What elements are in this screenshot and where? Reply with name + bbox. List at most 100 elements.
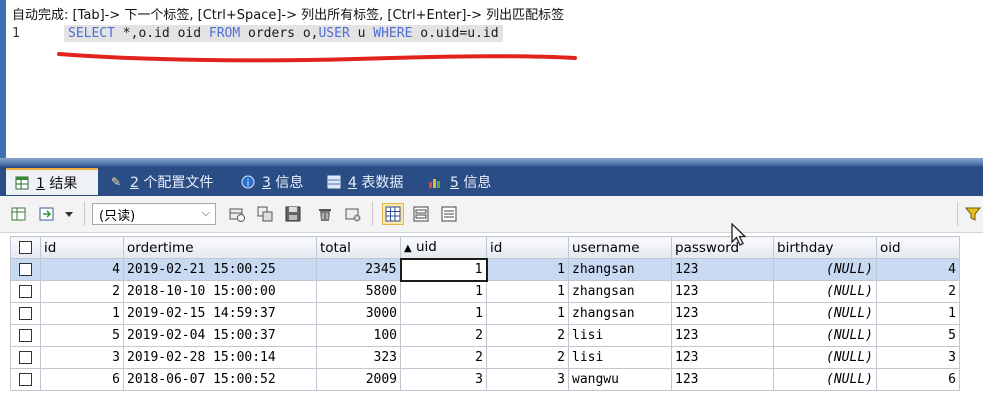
table-cell[interactable]: 1: [486, 258, 569, 281]
filter-icon[interactable]: [964, 205, 982, 223]
column-header-sorted[interactable]: ▲ uid: [400, 236, 487, 259]
table-cell[interactable]: 4: [40, 258, 124, 281]
table-cell[interactable]: 123: [671, 346, 774, 369]
tab-info-2[interactable]: 5 信息: [420, 168, 504, 195]
form-view-icon[interactable]: [410, 203, 432, 225]
table-row[interactable]: 3 2019-02-28 15:00:14 323 2 2 lisi 123 (NULL) 3: [10, 346, 960, 369]
text-view-icon[interactable]: [438, 203, 460, 225]
select-all-checkbox[interactable]: [10, 236, 41, 259]
table-cell[interactable]: zhangsan: [568, 302, 672, 325]
tab-profiles[interactable]: ✎ 2 个配置文件: [100, 168, 228, 195]
cancel-changes-icon[interactable]: [344, 205, 362, 223]
table-cell[interactable]: 1: [486, 302, 569, 325]
table-row[interactable]: 6 2018-06-07 15:00:52 2009 3 3 wangwu 123 (NULL…: [10, 368, 960, 391]
table-cell[interactable]: (NULL): [773, 302, 877, 325]
column-header[interactable]: id: [486, 236, 569, 259]
table-cell[interactable]: (NULL): [773, 258, 877, 281]
chevron-down-icon: ⌵: [201, 206, 210, 219]
tab-results[interactable]: 1 结果: [6, 168, 98, 195]
duplicate-row-icon[interactable]: [256, 205, 274, 223]
tab-info[interactable]: i 3 信息: [232, 168, 314, 195]
table-cell[interactable]: 123: [671, 302, 774, 325]
table-cell[interactable]: 100: [316, 324, 401, 347]
table-cell[interactable]: (NULL): [773, 324, 877, 347]
table-cell[interactable]: 5: [876, 324, 960, 347]
column-header[interactable]: oid: [876, 236, 960, 259]
column-header[interactable]: birthday: [773, 236, 877, 259]
table-cell[interactable]: (NULL): [773, 280, 877, 303]
sql-query-text[interactable]: SELECT *,o.id oid FROM orders o,USER u W…: [64, 25, 503, 42]
table-cell[interactable]: 1: [400, 302, 487, 325]
import-dropdown-icon[interactable]: [38, 205, 76, 223]
table-cell[interactable]: 2019-02-28 15:00:14: [123, 346, 317, 369]
table-cell[interactable]: 4: [876, 258, 960, 281]
column-header[interactable]: total: [316, 236, 401, 259]
table-cell[interactable]: 6: [40, 368, 124, 391]
table-cell[interactable]: 123: [671, 280, 774, 303]
row-checkbox[interactable]: [10, 258, 41, 281]
table-cell[interactable]: lisi: [568, 346, 672, 369]
sql-editor[interactable]: 自动完成: [Tab]-> 下一个标签, [Ctrl+Space]-> 列出所有…: [0, 0, 983, 158]
tab-profiles-label: 个配置文件: [143, 174, 214, 191]
table-cell[interactable]: 1: [486, 280, 569, 303]
table-cell[interactable]: 2018-10-10 15:00:00: [123, 280, 317, 303]
column-header[interactable]: id: [40, 236, 124, 259]
table-cell[interactable]: 2009: [316, 368, 401, 391]
table-cell[interactable]: wangwu: [568, 368, 672, 391]
row-checkbox[interactable]: [10, 346, 41, 369]
grid-view-icon[interactable]: [382, 203, 404, 225]
row-checkbox[interactable]: [10, 324, 41, 347]
export-grid-icon[interactable]: [10, 205, 28, 223]
column-header[interactable]: ordertime: [123, 236, 317, 259]
table-cell[interactable]: 1: [876, 302, 960, 325]
save-icon[interactable]: [284, 205, 302, 223]
insert-row-icon[interactable]: [228, 205, 246, 223]
table-row[interactable]: 4 2019-02-21 15:00:25 2345 1 1 zhangsan 123 (NU…: [10, 257, 960, 282]
table-cell[interactable]: 1: [399, 257, 488, 282]
column-header[interactable]: password: [671, 236, 774, 259]
table-row[interactable]: 5 2019-02-04 15:00:37 100 2 2 lisi 123 (NULL) 5: [10, 324, 960, 347]
table-cell[interactable]: 123: [671, 324, 774, 347]
table-row[interactable]: 2 2018-10-10 15:00:00 5800 1 1 zhangsan 123 (NU…: [10, 280, 960, 303]
table-cell[interactable]: 2018-06-07 15:00:52: [123, 368, 317, 391]
table-cell[interactable]: 123: [671, 258, 774, 281]
edit-mode-select[interactable]: (只读) ⌵: [92, 203, 216, 225]
table-cell[interactable]: 2019-02-21 15:00:25: [123, 258, 317, 281]
table-cell[interactable]: 2345: [316, 258, 401, 281]
table-cell[interactable]: 3: [40, 346, 124, 369]
table-cell[interactable]: 3000: [316, 302, 401, 325]
table-row[interactable]: 1 2019-02-15 14:59:37 3000 1 1 zhangsan 123 (NU…: [10, 302, 960, 325]
table-cell[interactable]: 1: [400, 280, 487, 303]
table-cell[interactable]: 3: [486, 368, 569, 391]
table-cell[interactable]: 2019-02-04 15:00:37: [123, 324, 317, 347]
row-checkbox[interactable]: [10, 368, 41, 391]
column-header[interactable]: username: [568, 236, 672, 259]
table-cell[interactable]: 6: [876, 368, 960, 391]
table-cell[interactable]: 5800: [316, 280, 401, 303]
editor-left-bar: [0, 0, 6, 158]
row-checkbox[interactable]: [10, 302, 41, 325]
autocomplete-hint: 自动完成: [Tab]-> 下一个标签, [Ctrl+Space]-> 列出所有…: [12, 8, 565, 23]
table-cell[interactable]: (NULL): [773, 346, 877, 369]
delete-icon[interactable]: [316, 205, 334, 223]
table-cell[interactable]: 2: [400, 346, 487, 369]
tab-table-data[interactable]: 4 表数据: [318, 168, 414, 195]
table-cell[interactable]: 3: [400, 368, 487, 391]
table-cell[interactable]: zhangsan: [568, 280, 672, 303]
table-cell[interactable]: 5: [40, 324, 124, 347]
row-checkbox[interactable]: [10, 280, 41, 303]
table-cell[interactable]: 2: [486, 346, 569, 369]
table-cell[interactable]: 3: [876, 346, 960, 369]
table-cell[interactable]: 123: [671, 368, 774, 391]
table-cell[interactable]: lisi: [568, 324, 672, 347]
table-cell[interactable]: 1: [40, 302, 124, 325]
table-cell[interactable]: 2: [486, 324, 569, 347]
table-cell[interactable]: 2019-02-15 14:59:37: [123, 302, 317, 325]
table-cell[interactable]: 2: [876, 280, 960, 303]
table-cell[interactable]: 323: [316, 346, 401, 369]
table-cell[interactable]: zhangsan: [568, 258, 672, 281]
table-cell[interactable]: (NULL): [773, 368, 877, 391]
table-cell[interactable]: 2: [400, 324, 487, 347]
pane-splitter[interactable]: [0, 158, 983, 166]
table-cell[interactable]: 2: [40, 280, 124, 303]
